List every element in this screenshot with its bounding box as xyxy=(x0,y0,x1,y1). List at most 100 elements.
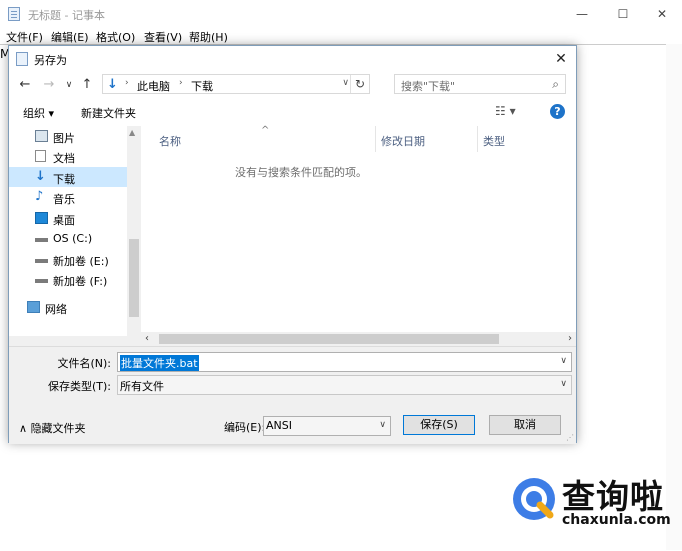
nav-label: 图片 xyxy=(53,132,75,145)
column-separator[interactable] xyxy=(477,126,478,152)
chevron-down-icon[interactable]: ∨ xyxy=(560,379,567,389)
help-icon[interactable]: ? xyxy=(550,104,565,119)
resize-grip-icon[interactable]: ⋰ xyxy=(566,433,574,442)
dialog-icon xyxy=(16,52,28,66)
nav-label: 桌面 xyxy=(53,214,75,227)
address-dropdown-icon[interactable]: ∨ xyxy=(342,78,349,88)
nav-item-drive-e[interactable]: 新加卷 (E:) xyxy=(9,249,127,269)
filetype-select[interactable]: 所有文件 ∨ xyxy=(117,375,572,395)
menu-help[interactable]: 帮助(H) xyxy=(189,29,228,45)
cancel-button[interactable]: 取消 xyxy=(489,415,561,435)
notepad-scrollbar[interactable] xyxy=(666,44,682,550)
watermark-url: chaxunla.com xyxy=(562,512,671,528)
menu-format[interactable]: 格式(O) xyxy=(96,29,135,45)
notepad-menubar: 文件(F) 编辑(E) 格式(O) 查看(V) 帮助(H) xyxy=(0,28,682,44)
scroll-left-icon[interactable]: ‹ xyxy=(145,333,149,344)
search-placeholder: 搜索"下载" xyxy=(401,80,456,93)
sort-caret-icon: ^ xyxy=(261,125,270,136)
watermark-brand: 查询啦 xyxy=(562,477,664,516)
save-form: 文件名(N): 批量文件夹.bat ∨ 保存类型(T): 所有文件 ∨ xyxy=(9,346,576,397)
nav-item-downloads[interactable]: ↓ 下载 xyxy=(9,167,127,187)
forward-arrow-icon[interactable]: → xyxy=(41,75,57,95)
dialog-close-icon[interactable]: ✕ xyxy=(550,48,572,70)
back-arrow-icon[interactable]: ← xyxy=(17,75,33,95)
column-separator[interactable] xyxy=(375,126,376,152)
nav-label: 文档 xyxy=(53,152,75,165)
filename-label: 文件名(N): xyxy=(57,357,111,370)
nav-item-network[interactable]: 网络 xyxy=(9,297,127,317)
watermark-logo-icon xyxy=(513,478,555,520)
empty-message: 没有与搜索条件匹配的项。 xyxy=(235,166,367,179)
nav-label: 网络 xyxy=(45,303,67,316)
navigation-pane: 图片 文档 ↓ 下载 ♪ 音乐 桌面 OS (C:) 新加卷 (E:) 新加卷 … xyxy=(9,126,141,336)
address-bar[interactable]: ↓ › 此电脑 › 下载 ∨ ↻ xyxy=(102,74,370,94)
breadcrumb-this-pc[interactable]: 此电脑 xyxy=(137,78,170,94)
column-name[interactable]: 名称 xyxy=(159,133,181,149)
nav-item-drive-f[interactable]: 新加卷 (F:) xyxy=(9,269,127,289)
menu-edit[interactable]: 编辑(E) xyxy=(51,29,89,45)
drive-c-icon xyxy=(35,232,48,242)
filename-value: 批量文件夹.bat xyxy=(120,355,199,371)
desktop-icon xyxy=(35,212,48,224)
notepad-title: 无标题 - 记事本 xyxy=(28,9,105,22)
download-location-icon: ↓ xyxy=(107,77,118,92)
encoding-value: ANSI xyxy=(266,419,292,432)
nav-label: 下载 xyxy=(53,173,75,186)
address-row: ← → ∨ ↑ ↓ › 此电脑 › 下载 ∨ ↻ 搜索"下载" ⌕ xyxy=(9,72,576,98)
menu-view[interactable]: 查看(V) xyxy=(144,29,182,45)
search-icon: ⌕ xyxy=(552,77,559,91)
nav-scroll-thumb[interactable] xyxy=(129,239,139,317)
music-icon: ♪ xyxy=(35,189,44,204)
nav-item-desktop[interactable]: 桌面 xyxy=(9,208,127,228)
scroll-right-icon[interactable]: › xyxy=(568,333,572,344)
organize-button[interactable]: 组织 ▾ xyxy=(23,105,54,121)
breadcrumb-downloads[interactable]: 下载 xyxy=(191,78,213,94)
breadcrumb-chevron-icon[interactable]: › xyxy=(125,78,129,88)
refresh-icon[interactable]: ↻ xyxy=(350,75,369,93)
chevron-down-icon[interactable]: ∨ xyxy=(379,420,386,430)
hide-folders-label: 隐藏文件夹 xyxy=(30,422,86,435)
search-input[interactable]: 搜索"下载" ⌕ xyxy=(394,74,566,94)
encoding-label: 编码(E): xyxy=(224,421,266,434)
dialog-toolbar: 组织 ▾ 新建文件夹 ☷ ▾ ? xyxy=(9,98,576,127)
drive-icon xyxy=(35,253,48,263)
hscroll-thumb[interactable] xyxy=(159,334,499,344)
save-as-dialog: 另存为 ✕ ← → ∨ ↑ ↓ › 此电脑 › 下载 ∨ ↻ 搜索"下载" ⌕ … xyxy=(8,45,577,444)
maximize-icon[interactable]: ☐ xyxy=(611,4,635,24)
notepad-titlebar: 无标题 - 记事本 — ☐ ✕ xyxy=(0,0,682,28)
filetype-label: 保存类型(T): xyxy=(47,380,111,393)
minimize-icon[interactable]: — xyxy=(570,4,594,24)
nav-scrollbar[interactable]: ▲ xyxy=(127,126,141,336)
nav-item-drive-c[interactable]: OS (C:) xyxy=(9,228,127,248)
close-icon[interactable]: ✕ xyxy=(650,4,674,24)
save-button[interactable]: 保存(S) xyxy=(403,415,475,435)
chevron-down-icon[interactable]: ∨ xyxy=(560,356,567,366)
file-list-pane[interactable]: ^ 名称 修改日期 类型 没有与搜索条件匹配的项。 xyxy=(141,125,576,336)
encoding-select[interactable]: ANSI ∨ xyxy=(263,416,391,436)
menu-file[interactable]: 文件(F) xyxy=(6,29,43,45)
view-options-icon[interactable]: ☷ ▾ xyxy=(495,104,516,118)
recent-chevron-icon[interactable]: ∨ xyxy=(61,75,77,95)
dialog-title: 另存为 xyxy=(34,54,67,67)
filename-field[interactable]: 批量文件夹.bat ∨ xyxy=(117,352,572,372)
column-type[interactable]: 类型 xyxy=(483,133,505,149)
column-modified[interactable]: 修改日期 xyxy=(381,133,425,149)
nav-item-music[interactable]: ♪ 音乐 xyxy=(9,187,127,207)
pictures-icon xyxy=(35,130,48,142)
nav-item-documents[interactable]: 文档 xyxy=(9,146,127,166)
new-folder-button[interactable]: 新建文件夹 xyxy=(81,105,136,121)
documents-icon xyxy=(35,150,46,162)
notepad-icon xyxy=(8,7,20,21)
file-list-hscrollbar[interactable]: ‹ › xyxy=(141,332,576,346)
nav-label: 新加卷 (E:) xyxy=(53,255,109,268)
downloads-icon: ↓ xyxy=(35,169,46,184)
network-icon xyxy=(27,301,40,313)
up-arrow-icon[interactable]: ↑ xyxy=(79,75,95,95)
scroll-up-icon[interactable]: ▲ xyxy=(129,128,135,137)
chevron-up-icon: ∧ xyxy=(19,422,31,435)
breadcrumb-chevron-icon[interactable]: › xyxy=(179,78,183,88)
hide-folders-toggle[interactable]: ∧ 隐藏文件夹 xyxy=(19,420,86,436)
dialog-bottom-bar: ∧ 隐藏文件夹 编码(E): ANSI ∨ 保存(S) 取消 ⋰ xyxy=(9,396,576,444)
nav-item-pictures[interactable]: 图片 xyxy=(9,126,127,146)
filetype-value: 所有文件 xyxy=(120,380,164,393)
